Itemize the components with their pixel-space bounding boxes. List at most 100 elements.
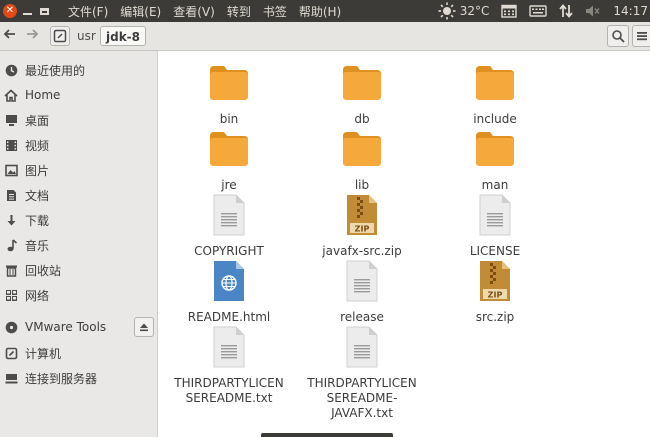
sidebar-item-home[interactable]: Home bbox=[0, 83, 157, 107]
sidebar-item-label: 网络 bbox=[25, 288, 50, 303]
clock-text: 14:17 bbox=[613, 4, 648, 18]
sidebar-item-label: Home bbox=[25, 88, 61, 102]
forward-button[interactable] bbox=[22, 26, 42, 46]
file-item-db[interactable]: db bbox=[299, 61, 425, 127]
drive-icon bbox=[53, 29, 67, 43]
weather-indicator[interactable]: 32°C bbox=[438, 2, 490, 20]
path-jdk-8-button[interactable]: jdk-8 bbox=[100, 26, 147, 46]
file-item-javafx-src-zip[interactable]: ZIP javafx-src.zip bbox=[299, 193, 425, 259]
video-icon bbox=[4, 138, 18, 152]
file-item-bin[interactable]: bin bbox=[166, 61, 292, 127]
list-view-icon bbox=[636, 32, 647, 41]
menu-file[interactable]: 文件(F) bbox=[68, 3, 108, 20]
sidebar-item-label: 下载 bbox=[25, 213, 50, 228]
disc-icon bbox=[4, 320, 18, 334]
search-button[interactable] bbox=[607, 25, 629, 47]
file-item-license[interactable]: LICENSE bbox=[432, 193, 558, 259]
svg-text:ZIP: ZIP bbox=[488, 291, 503, 300]
sidebar-item-network[interactable]: 网络 bbox=[0, 283, 157, 307]
desktop-icon bbox=[4, 113, 18, 127]
file-name: jre bbox=[221, 178, 237, 192]
back-button[interactable] bbox=[0, 26, 20, 46]
keyboard-icon bbox=[529, 5, 548, 17]
file-item-man[interactable]: man bbox=[432, 127, 558, 193]
document-icon bbox=[4, 188, 18, 202]
sidebar-item-label: 计算机 bbox=[25, 346, 62, 361]
path-root-button[interactable] bbox=[50, 26, 70, 46]
temperature-text: 32°C bbox=[459, 4, 490, 18]
eject-icon bbox=[140, 323, 148, 332]
calendar-icon bbox=[501, 4, 518, 18]
maximize-button[interactable] bbox=[37, 4, 51, 18]
file-item-thirdpartylicensereadme-javafx-txt[interactable]: THIRDPARTYLICEN SEREADME- JAVAFX.txt bbox=[299, 325, 425, 421]
sidebar-item-label: 文档 bbox=[25, 188, 50, 203]
sidebar-item-documents[interactable]: 文档 bbox=[0, 183, 157, 207]
zip-archive-icon: ZIP bbox=[480, 261, 510, 301]
server-icon bbox=[4, 371, 18, 385]
clock-indicator[interactable]: 14:17 bbox=[613, 4, 648, 18]
file-name: COPYRIGHT bbox=[194, 244, 264, 258]
file-item-readme-html[interactable]: README.html bbox=[166, 259, 292, 325]
file-item-include[interactable]: include bbox=[432, 61, 558, 127]
sidebar-item-downloads[interactable]: 下载 bbox=[0, 208, 157, 232]
music-icon bbox=[4, 238, 18, 252]
menu-view[interactable]: 查看(V) bbox=[173, 3, 215, 20]
file-item-lib[interactable]: lib bbox=[299, 127, 425, 193]
file-name-line: JAVAFX.txt bbox=[331, 406, 393, 420]
file-name: db bbox=[354, 112, 370, 126]
sidebar-item-vmware-tools[interactable]: VMware Tools bbox=[0, 315, 157, 339]
arrow-left-icon bbox=[3, 29, 15, 39]
computer-icon bbox=[4, 346, 18, 360]
home-icon bbox=[4, 88, 18, 102]
sidebar-item-pictures[interactable]: 图片 bbox=[0, 158, 157, 182]
network-indicator[interactable] bbox=[559, 3, 574, 19]
close-button[interactable]: ✕ bbox=[3, 4, 17, 18]
calendar-indicator[interactable] bbox=[501, 4, 518, 18]
sidebar-item-label: 回收站 bbox=[25, 263, 62, 278]
file-item-release[interactable]: release bbox=[299, 259, 425, 325]
file-name: release bbox=[340, 310, 384, 324]
file-name-line: THIRDPARTYLICEN bbox=[174, 376, 284, 390]
file-item-thirdpartylicensereadme-txt[interactable]: THIRDPARTYLICEN SEREADME.txt bbox=[166, 325, 292, 406]
eject-button[interactable] bbox=[134, 317, 154, 337]
minimize-button[interactable] bbox=[20, 4, 34, 18]
path-usr-button[interactable]: usr bbox=[72, 26, 101, 46]
sidebar-item-label: 最近使用的 bbox=[25, 63, 86, 78]
menu-list: 文件(F) 编辑(E) 查看(V) 转到 书签 帮助(H) bbox=[68, 0, 353, 22]
sun-icon bbox=[438, 2, 456, 20]
folder-icon bbox=[476, 66, 514, 100]
view-list-button[interactable] bbox=[632, 25, 650, 47]
sidebar-item-label: 连接到服务器 bbox=[25, 371, 98, 386]
sidebar-item-recent[interactable]: 最近使用的 bbox=[0, 58, 157, 82]
text-file-icon bbox=[479, 194, 511, 236]
keyboard-indicator[interactable] bbox=[529, 5, 548, 17]
menu-bookmarks[interactable]: 书签 bbox=[263, 3, 287, 20]
sidebar-item-label: VMware Tools bbox=[25, 320, 107, 334]
network-arrows-icon bbox=[559, 4, 574, 18]
overlay-scrollbar[interactable] bbox=[261, 433, 393, 437]
download-icon bbox=[4, 213, 18, 227]
system-indicators: 32°C 14:17 bbox=[426, 0, 650, 22]
sidebar-item-videos[interactable]: 视频 bbox=[0, 133, 157, 157]
sidebar-item-trash[interactable]: 回收站 bbox=[0, 258, 157, 282]
file-name-line: SEREADME- bbox=[326, 391, 398, 405]
folder-icon bbox=[343, 66, 381, 100]
top-menu-bar: ✕ 文件(F) 编辑(E) 查看(V) 转到 书签 帮助(H) 32°C 14:… bbox=[0, 0, 650, 22]
sidebar-item-computer[interactable]: 计算机 bbox=[0, 341, 157, 365]
trash-icon bbox=[4, 263, 18, 277]
file-item-copyright[interactable]: COPYRIGHT bbox=[166, 193, 292, 259]
menu-edit[interactable]: 编辑(E) bbox=[120, 3, 161, 20]
sidebar-item-label: 桌面 bbox=[25, 113, 50, 128]
file-item-src-zip[interactable]: ZIP src.zip bbox=[432, 259, 558, 325]
volume-indicator[interactable] bbox=[585, 4, 601, 18]
file-item-jre[interactable]: jre bbox=[166, 127, 292, 193]
menu-go[interactable]: 转到 bbox=[227, 3, 251, 20]
file-name-line: THIRDPARTYLICEN bbox=[307, 376, 417, 390]
file-name: README.html bbox=[187, 310, 271, 324]
sidebar-item-desktop[interactable]: 桌面 bbox=[0, 108, 157, 132]
menu-help[interactable]: 帮助(H) bbox=[299, 3, 341, 20]
sidebar-item-connect-server[interactable]: 连接到服务器 bbox=[0, 366, 157, 390]
clock-icon bbox=[4, 63, 18, 77]
sidebar-item-music[interactable]: 音乐 bbox=[0, 233, 157, 257]
sidebar-item-label: 图片 bbox=[25, 163, 50, 178]
